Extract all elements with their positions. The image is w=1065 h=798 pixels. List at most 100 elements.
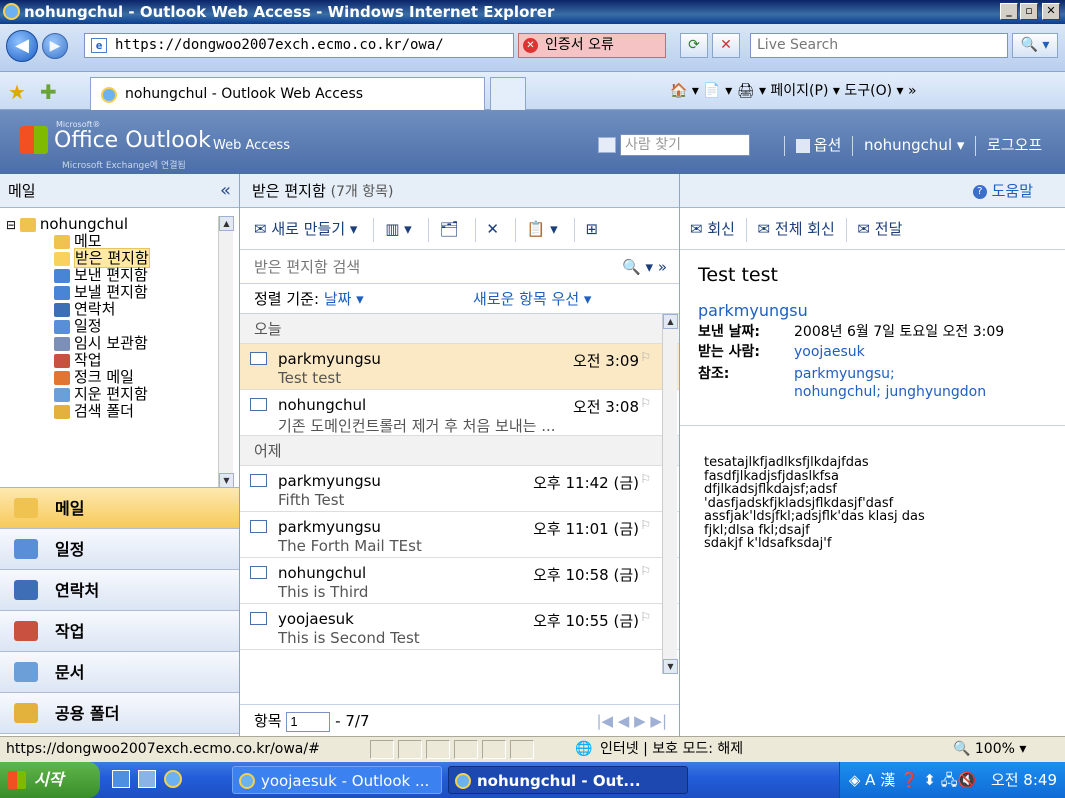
flag-icon[interactable]: ⚐ [640,472,651,486]
view-button[interactable]: ▥ ▾ [385,208,411,250]
to-label: 받는 사람: [698,344,760,360]
tree-folder[interactable]: 지운 편지함 [0,386,239,403]
new-icon: ✉ [254,220,267,238]
tree-folder[interactable]: 정크 메일 [0,369,239,386]
new-message-button[interactable]: ✉ 새로 만들기 ▾ [254,208,357,250]
new-tab-button[interactable] [490,77,526,110]
mailbox-search[interactable]: 받은 편지함 검색 🔍 ▾ » [240,250,679,284]
envelope-icon [250,474,267,487]
tree-root-mailbox[interactable]: ⊟ nohungchul [0,216,239,233]
flag-icon[interactable]: ⚐ [640,564,651,578]
message-row[interactable]: parkmyungsu 오전 3:09 ⚐ Test test [240,344,679,390]
more-button[interactable]: ⊞ [585,208,598,250]
message-row[interactable]: yoojaesuk 오후 10:55 (금) ⚐ This is Second Tes… [240,604,679,650]
message-sender[interactable]: parkmyungsu [680,300,1065,322]
live-search-input[interactable]: Live Search [750,33,1008,58]
quick-launch-icon[interactable] [138,770,156,788]
scroll-up-icon[interactable]: ▲ [663,314,678,329]
sort-field-dropdown[interactable]: 날짜 ▾ [324,290,364,308]
message-row[interactable]: parkmyungsu 오후 11:01 (금) ⚐ The Forth Mail T… [240,512,679,558]
maximize-button[interactable]: ▫ [1020,3,1038,20]
cc-value-1[interactable]: parkmyungsu; [794,364,895,384]
reply-button[interactable]: ✉ 회신 [690,220,735,238]
refresh-button[interactable]: ⟳ [680,33,708,58]
expand-collapse-icon[interactable]: ⊟ [6,218,20,232]
tray-icons[interactable]: ◈ A 漢 ❓ ⬍ 🖧🔇 [849,771,976,789]
pager-navigation[interactable]: |◀ ◀ ▶ ▶| [596,705,667,737]
nav-module-0[interactable]: 메일 [0,488,239,529]
user-menu[interactable]: nohungchul ▾ [864,136,964,154]
page-input[interactable] [286,711,331,732]
nav-module-1[interactable]: 일정 [0,529,239,570]
date-group-header[interactable]: 어제 [240,436,679,466]
help-link[interactable]: 도움말 [992,182,1033,200]
logoff-link[interactable]: 로그오프 [987,136,1042,154]
collapse-button[interactable]: « [220,174,231,208]
scroll-up-icon[interactable]: ▲ [219,216,234,231]
stop-button[interactable]: ✕ [712,33,740,58]
cc-row: 참조: parkmyungsu; [680,364,1065,382]
tree-folder[interactable]: 보낼 편지함 [0,284,239,301]
find-people-input[interactable]: 사람 찾기 [620,134,750,156]
favorites-star-icon[interactable]: ★ [8,80,26,104]
copy-button[interactable]: 📋 ▾ [527,208,558,250]
office-logo-icon [20,126,48,154]
mailbox-search-input[interactable]: 받은 편지함 검색 [254,258,360,276]
scroll-down-icon[interactable]: ▼ [219,473,234,487]
envelope-icon [250,398,267,411]
command-bar[interactable]: 🏠 ▾ 📄 ▾ 🖨 ▾ 페이지(P) ▾ 도구(O) ▾ » [670,72,1065,110]
zoom-level[interactable]: 🔍 100% ▾ [953,737,1026,761]
move-button[interactable]: 🗂 [439,208,458,250]
message-list-scrollbar[interactable]: ▲ ▼ [662,314,678,674]
message-subject-preview: This is Second Test [278,629,420,647]
tree-folder[interactable]: 받은 편지함 [0,248,239,268]
tree-folder[interactable]: 임시 보관함 [0,335,239,352]
browser-tab[interactable]: nohungchul - Outlook Web Access [90,77,485,110]
flag-icon[interactable]: ⚐ [640,518,651,532]
nav-module-5[interactable]: 공용 폴더 [0,693,239,734]
options-link[interactable]: 옵션 [814,136,842,154]
tree-folder[interactable]: 연락처 [0,301,239,318]
flag-icon[interactable]: ⚐ [640,610,651,624]
search-button[interactable]: 🔍 ▾ [1012,33,1058,58]
nav-module-4[interactable]: 문서 [0,652,239,693]
flag-icon[interactable]: ⚐ [640,396,651,410]
start-button[interactable]: 시작 [0,762,100,798]
minimize-button[interactable]: _ [1000,3,1018,20]
tree-folder[interactable]: 검색 폴더 [0,403,239,420]
taskbar-button[interactable]: nohungchul - Out... [448,766,688,794]
folder-tree-scrollbar[interactable]: ▲ ▼ [218,216,234,487]
ie-quicklaunch-icon[interactable] [164,770,182,788]
back-button[interactable]: ◀ [6,30,38,62]
delete-button[interactable]: ✕ [486,208,499,250]
message-row[interactable]: nohungchul 오전 3:08 ⚐ 기존 도메인컨트롤러 제거 후 처음 보내는… [240,390,679,436]
message-row[interactable]: parkmyungsu 오후 11:42 (금) ⚐ Fifth Test [240,466,679,512]
tree-folder[interactable]: 일정 [0,318,239,335]
mailbox-search-button[interactable]: 🔍 ▾ » [622,250,667,284]
tree-folder[interactable]: 작업 [0,352,239,369]
sort-order-dropdown[interactable]: 새로운 항목 우선 ▾ [473,284,591,314]
scroll-down-icon[interactable]: ▼ [663,659,678,674]
to-value[interactable]: yoojaesuk [794,342,865,362]
show-desktop-icon[interactable] [112,770,130,788]
date-group-header[interactable]: 오늘 [240,314,679,344]
message-row[interactable]: nohungchul 오후 10:58 (금) ⚐ This is Third [240,558,679,604]
folder-icon [54,268,70,283]
taskbar-button[interactable]: yoojaesuk - Outlook ... [232,766,442,794]
nav-module-2[interactable]: 연락처 [0,570,239,611]
address-book-icon[interactable] [598,137,616,153]
nav-module-3[interactable]: 작업 [0,611,239,652]
certificate-error-button[interactable]: ✕ 인증서 오류 [518,33,666,58]
close-button[interactable]: ✕ [1042,3,1060,20]
forward-button[interactable]: ▶ [42,33,68,59]
envelope-icon [250,352,267,365]
flag-icon[interactable]: ⚐ [640,350,651,364]
cc-value-2[interactable]: nohungchul; junghyungdon [794,382,986,402]
add-favorites-icon[interactable]: ✚ [40,80,57,104]
module-icon [14,580,38,600]
address-bar[interactable]: e https://dongwoo2007exch.ecmo.co.kr/owa… [84,33,514,58]
tree-folder[interactable]: 보낸 편지함 [0,267,239,284]
security-zone[interactable]: 인터넷 | 보호 모드: 해제 [600,737,743,761]
reply-all-button[interactable]: ✉ 전체 회신 [758,220,835,238]
forward-button-mail[interactable]: ✉ 전달 [857,220,902,238]
